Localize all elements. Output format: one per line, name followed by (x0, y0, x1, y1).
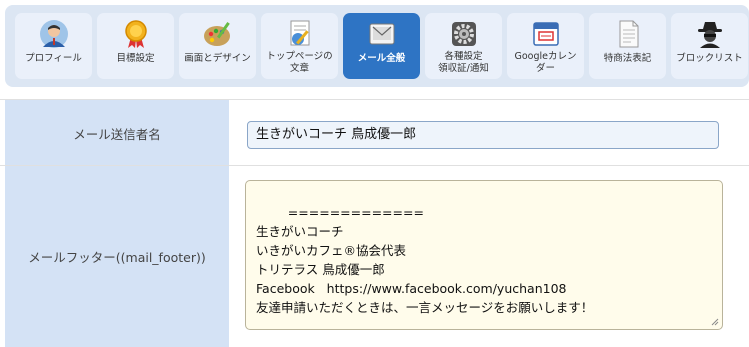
mail-footer-text: ============= 生きがいコーチ いきがいカフェ®協会代表 トリテラス… (256, 205, 594, 315)
tab-label: プロフィール (25, 53, 82, 64)
tab-label: ブロックリスト (676, 53, 743, 64)
tab-label: Googleカレン ダー (514, 51, 577, 74)
calendar-icon (532, 22, 559, 46)
tab-label: メール全般 (357, 53, 406, 64)
tab-commerce-law-notice[interactable]: 特商法表記 (589, 13, 666, 79)
award-medal-icon (124, 20, 147, 48)
document-icon (619, 20, 638, 48)
tab-various-settings[interactable]: 各種設定 領収証/通知 (425, 13, 502, 79)
gear-icon (451, 22, 476, 46)
resize-grip-icon[interactable] (711, 318, 719, 326)
tab-goal-settings[interactable]: 目標設定 (97, 13, 174, 79)
tab-block-list[interactable]: ブロックリスト (671, 13, 748, 79)
mail-footer-textarea[interactable]: ============= 生きがいコーチ いきがいカフェ®協会代表 トリテラス… (245, 180, 723, 330)
mail-footer-row: メールフッター((mail_footer)) ============= 生きが… (0, 165, 749, 347)
tab-screen-design[interactable]: 画面とデザイン (179, 13, 256, 79)
tab-google-calendar[interactable]: Googleカレン ダー (507, 13, 584, 79)
settings-tab-bar: プロフィール 目標設定 画面とデザイン トップページの 文章 メール全般 各種設… (5, 5, 749, 87)
paint-palette-icon (203, 22, 230, 46)
profile-avatar-icon (39, 20, 68, 48)
spy-icon (697, 22, 722, 48)
mail-footer-label: メールフッター((mail_footer)) (5, 166, 229, 347)
sender-name-input[interactable]: 生きがいコーチ 鳥成優一郎 (247, 121, 719, 149)
tab-label: 特商法表記 (603, 53, 652, 64)
tab-top-page-text[interactable]: トップページの 文章 (261, 13, 338, 79)
mail-icon (369, 23, 394, 45)
sender-name-row: メール送信者名 生きがいコーチ 鳥成優一郎 (0, 99, 749, 166)
document-pen-icon (290, 20, 309, 46)
tab-label: トップページの 文章 (266, 51, 333, 74)
tab-label: 目標設定 (116, 53, 155, 64)
tab-mail-general[interactable]: メール全般 (343, 13, 420, 79)
tab-label: 各種設定 領収証/通知 (438, 51, 489, 74)
sender-name-label: メール送信者名 (5, 100, 229, 166)
tab-label: 画面とデザイン (184, 53, 251, 64)
tab-profile[interactable]: プロフィール (15, 13, 92, 79)
